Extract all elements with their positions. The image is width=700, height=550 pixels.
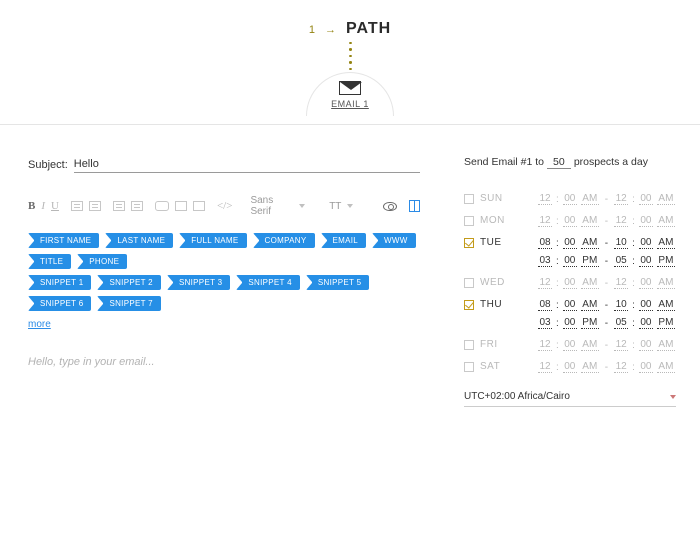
merge-tag-pill[interactable]: FIRST NAME [28, 233, 99, 248]
bold-button[interactable]: B [28, 200, 35, 212]
more-tags-link[interactable]: more [28, 319, 51, 330]
merge-tag-pill[interactable]: SNIPPET 1 [28, 275, 91, 290]
timezone-select[interactable]: UTC+02:00 Africa/Cairo [464, 387, 676, 407]
merge-tag-pill[interactable]: WWW [372, 233, 416, 248]
schedule-day: SUN 12:00 AM-12:00 AM [464, 193, 676, 205]
time-slot[interactable]: 12:00 AM-12:00 AM [538, 339, 675, 351]
font-select-label: Sans Serif [250, 195, 293, 217]
weekly-schedule: SUN 12:00 AM-12:00 AM MON 12:00 AM-12:00 AM… [464, 193, 676, 373]
image-icon[interactable] [175, 201, 187, 211]
code-button[interactable]: </> [217, 200, 232, 212]
day-label: SAT [480, 361, 500, 372]
underline-button[interactable]: U [51, 200, 59, 212]
merge-tag-pill[interactable]: LAST NAME [105, 233, 173, 248]
connector-dots [0, 42, 700, 70]
editor-panel: Subject: B I U </> [0, 140, 440, 550]
send-rate: Send Email #1 to 50 prospects a day [464, 156, 676, 169]
day-checkbox[interactable] [464, 238, 474, 248]
day-label: TUE [480, 237, 502, 248]
time-slot[interactable]: 12:00 AM-12:00 AM [538, 277, 675, 289]
time-slot[interactable]: 03:00 PM-05:00 PM [538, 317, 675, 329]
time-slot[interactable]: 12:00 AM-12:00 AM [538, 193, 675, 205]
step-email-label[interactable]: EMAIL 1 [331, 99, 369, 109]
preview-icon[interactable] [383, 202, 396, 211]
subject-label: Subject: [28, 159, 68, 171]
step-node: EMAIL 1 [0, 72, 700, 128]
time-slot[interactable]: 08:00 AM-10:00 AM [538, 299, 675, 311]
day-checkbox[interactable] [464, 340, 474, 350]
time-slot[interactable]: 03:00 PM-05:00 PM [538, 255, 675, 267]
day-checkbox[interactable] [464, 300, 474, 310]
arrow-right-icon: → [325, 24, 336, 36]
list-number-icon[interactable] [131, 201, 143, 211]
font-size-select[interactable]: TT [323, 201, 359, 212]
merge-tag-pill[interactable]: SNIPPET 2 [97, 275, 160, 290]
time-slot[interactable]: 12:00 AM-12:00 AM [538, 361, 675, 373]
day-label: THU [480, 299, 502, 310]
email-body[interactable]: Hello, type in your email... [28, 356, 420, 368]
chevron-down-icon [670, 395, 676, 399]
columns-icon[interactable] [409, 200, 420, 212]
link-icon[interactable] [155, 201, 169, 211]
attachment-icon[interactable] [193, 201, 205, 211]
schedule-day: TUE 08:00 AM-10:00 AM 03:00 PM-05:00 PM [464, 237, 676, 267]
editor-toolbar: B I U </> Sans Serif [28, 195, 420, 217]
step-arc: EMAIL 1 [306, 72, 394, 116]
send-suffix: prospects a day [574, 156, 648, 168]
mail-icon [339, 81, 361, 95]
merge-tag-pill[interactable]: SNIPPET 3 [167, 275, 230, 290]
chevron-down-icon [299, 204, 305, 208]
merge-tag-pill[interactable]: PHONE [77, 254, 127, 269]
font-size-label: TT [329, 201, 341, 212]
path-title: PATH [346, 20, 391, 38]
send-prefix: Send Email #1 to [464, 156, 544, 168]
schedule-day: WED 12:00 AM-12:00 AM [464, 277, 676, 289]
merge-tag-pill[interactable]: COMPANY [253, 233, 315, 248]
chevron-down-icon [347, 204, 353, 208]
day-label: WED [480, 277, 505, 288]
schedule-day: MON 12:00 AM-12:00 AM [464, 215, 676, 227]
time-slot[interactable]: 08:00 AM-10:00 AM [538, 237, 675, 249]
schedule-panel: Send Email #1 to 50 prospects a day SUN 1… [440, 140, 700, 550]
timezone-value: UTC+02:00 Africa/Cairo [464, 391, 570, 402]
day-checkbox[interactable] [464, 362, 474, 372]
merge-tag-pill[interactable]: EMAIL [321, 233, 367, 248]
italic-button[interactable]: I [41, 200, 45, 212]
day-label: SUN [480, 193, 503, 204]
merge-tags: FIRST NAME LAST NAME FULL NAME COMPANY EMAIL… [28, 233, 420, 330]
send-count-input[interactable]: 50 [547, 156, 571, 169]
merge-tag-pill[interactable]: FULL NAME [179, 233, 246, 248]
merge-tag-pill[interactable]: TITLE [28, 254, 71, 269]
day-checkbox[interactable] [464, 216, 474, 226]
schedule-day: SAT 12:00 AM-12:00 AM [464, 361, 676, 373]
day-checkbox[interactable] [464, 278, 474, 288]
align-left-icon[interactable] [71, 201, 83, 211]
day-label: FRI [480, 339, 498, 350]
subject-input[interactable] [74, 156, 420, 173]
schedule-day: THU 08:00 AM-10:00 AM 03:00 PM-05:00 PM [464, 299, 676, 329]
day-label: MON [480, 215, 505, 226]
merge-tag-pill[interactable]: SNIPPET 6 [28, 296, 91, 311]
divider [0, 124, 700, 125]
align-right-icon[interactable] [89, 201, 101, 211]
merge-tag-pill[interactable]: SNIPPET 4 [236, 275, 299, 290]
merge-tag-pill[interactable]: SNIPPET 7 [97, 296, 160, 311]
day-checkbox[interactable] [464, 194, 474, 204]
merge-tag-pill[interactable]: SNIPPET 5 [306, 275, 369, 290]
time-slot[interactable]: 12:00 AM-12:00 AM [538, 215, 675, 227]
path-header: 1 → PATH [0, 0, 700, 42]
path-index: 1 [309, 24, 315, 36]
list-bullet-icon[interactable] [113, 201, 125, 211]
font-select[interactable]: Sans Serif [244, 195, 311, 217]
schedule-day: FRI 12:00 AM-12:00 AM [464, 339, 676, 351]
